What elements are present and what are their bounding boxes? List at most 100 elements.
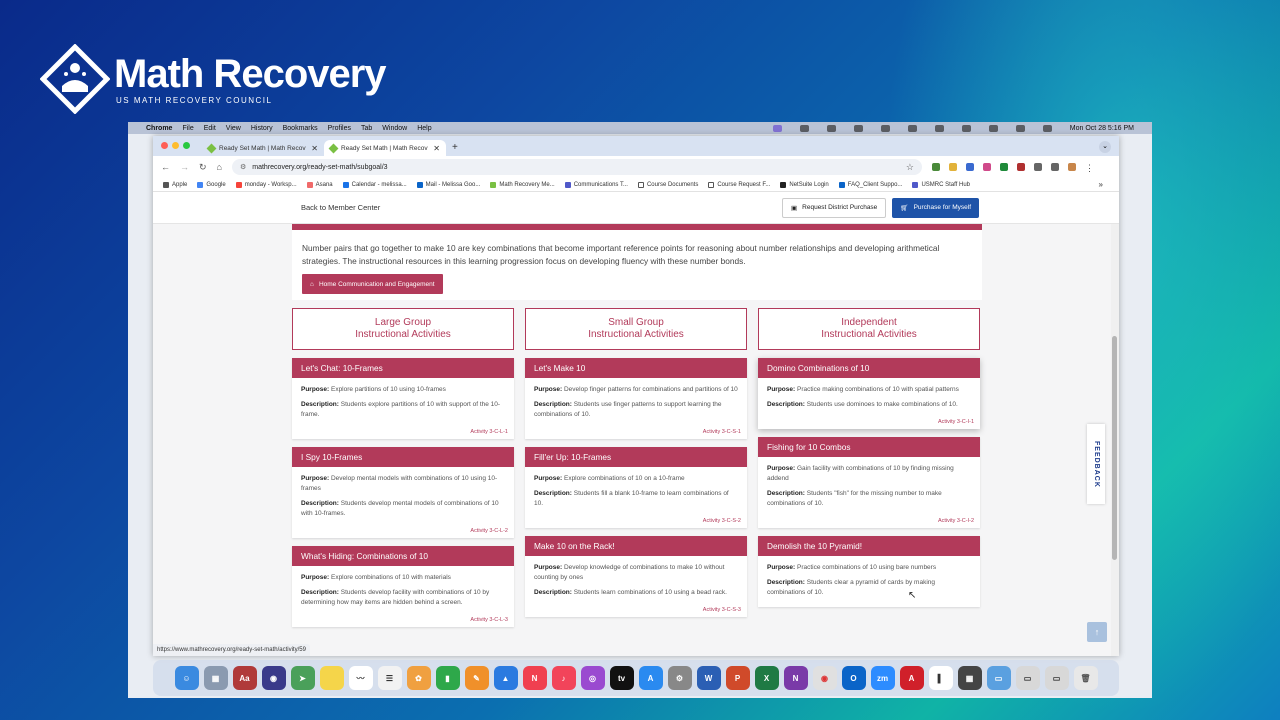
- trash-icon[interactable]: 🗑︎: [1073, 666, 1098, 690]
- tab-search-icon[interactable]: ⌄: [1099, 141, 1111, 153]
- extensions-puzzle-icon[interactable]: [1033, 163, 1042, 171]
- bookmark-item[interactable]: Course Request F...: [708, 181, 770, 188]
- activity-title[interactable]: Make 10 on the Rack!: [525, 536, 747, 556]
- activity-card[interactable]: Let's Make 10 Purpose: Develop finger pa…: [525, 358, 747, 439]
- bookmark-star-icon[interactable]: ☆: [906, 162, 914, 173]
- extension-icon[interactable]: [1016, 163, 1025, 171]
- app-icon[interactable]: ▌: [928, 666, 953, 690]
- zoom-icon[interactable]: zm: [870, 666, 895, 690]
- bookmark-item[interactable]: FAQ_Client Suppo...: [838, 181, 902, 188]
- menu-bookmarks[interactable]: Bookmarks: [283, 125, 318, 132]
- reminders-icon[interactable]: ☰: [377, 666, 402, 690]
- more-bookmarks-icon[interactable]: »: [1099, 180, 1103, 189]
- apple-tv-icon[interactable]: tv: [609, 666, 634, 690]
- numbers-icon[interactable]: ▮: [435, 666, 460, 690]
- status-icon[interactable]: [907, 124, 917, 132]
- keynote-icon[interactable]: ▲: [493, 666, 518, 690]
- maximize-window-button[interactable]: [183, 142, 190, 149]
- activity-card[interactable]: Demolish the 10 Pyramid! Purpose: Practi…: [758, 536, 980, 607]
- bookmark-item[interactable]: Calendar - melissa...: [342, 181, 407, 188]
- menu-edit[interactable]: Edit: [204, 125, 216, 132]
- page-scrollbar[interactable]: [1111, 224, 1119, 656]
- acrobat-icon[interactable]: A: [899, 666, 924, 690]
- activity-card[interactable]: Domino Combinations of 10 Purpose: Pract…: [758, 358, 980, 429]
- close-window-button[interactable]: [161, 142, 168, 149]
- bookmark-item[interactable]: Mail - Melissa Goo...: [416, 181, 480, 188]
- column-heading[interactable]: Large Group Instructional Activities: [292, 308, 514, 350]
- search-icon[interactable]: [1015, 124, 1025, 132]
- chrome-icon[interactable]: ◉: [812, 666, 837, 690]
- reload-icon[interactable]: ↻: [199, 162, 207, 173]
- freeform-icon[interactable]: 〰: [348, 666, 373, 690]
- new-tab-button[interactable]: +: [452, 142, 458, 153]
- status-icon[interactable]: [880, 124, 890, 132]
- chrome-menu-icon[interactable]: ⋮: [1085, 163, 1094, 173]
- column-heading[interactable]: Independent Instructional Activities: [758, 308, 980, 350]
- bookmark-item[interactable]: USMRC Staff Hub: [912, 181, 970, 188]
- battery-icon[interactable]: [961, 124, 971, 132]
- column-heading[interactable]: Small Group Instructional Activities: [525, 308, 747, 350]
- documents-folder-icon[interactable]: ▭: [1044, 666, 1069, 690]
- downloads-folder-icon[interactable]: ▭: [986, 666, 1011, 690]
- screenshots-folder-icon[interactable]: ▭: [1015, 666, 1040, 690]
- menu-view[interactable]: View: [226, 125, 241, 132]
- bookmark-item[interactable]: Apple: [163, 181, 187, 188]
- system-settings-icon[interactable]: ⚙: [667, 666, 692, 690]
- activity-card[interactable]: Fishing for 10 Combos Purpose: Gain faci…: [758, 437, 980, 528]
- app-store-icon[interactable]: A: [638, 666, 663, 690]
- bookmark-item[interactable]: Google: [197, 181, 226, 188]
- extension-icon[interactable]: [982, 163, 991, 171]
- wifi-icon[interactable]: [988, 124, 998, 132]
- status-icon[interactable]: [826, 124, 836, 132]
- request-district-purchase-button[interactable]: ▣ Request District Purchase: [782, 197, 887, 218]
- activity-title[interactable]: Demolish the 10 Pyramid!: [758, 536, 980, 556]
- profile-avatar[interactable]: [1067, 163, 1076, 171]
- bookmark-item[interactable]: monday - Worksp...: [235, 181, 297, 188]
- activity-card[interactable]: I Spy 10-Frames Purpose: Develop mental …: [292, 447, 514, 538]
- home-icon[interactable]: ⌂: [217, 162, 222, 172]
- podcasts-icon[interactable]: ◎: [580, 666, 605, 690]
- photos-icon[interactable]: ✿: [406, 666, 431, 690]
- onenote-icon[interactable]: N: [783, 666, 808, 690]
- pages-icon[interactable]: ✎: [464, 666, 489, 690]
- menu-help[interactable]: Help: [417, 125, 431, 132]
- bookmark-item[interactable]: Math Recovery Me...: [490, 181, 555, 188]
- news-icon[interactable]: N: [522, 666, 547, 690]
- activity-card[interactable]: Let's Chat: 10-Frames Purpose: Explore p…: [292, 358, 514, 439]
- activity-title[interactable]: Let's Make 10: [525, 358, 747, 378]
- forward-arrow-icon[interactable]: →: [180, 162, 189, 172]
- activity-title[interactable]: Fill'er Up: 10-Frames: [525, 447, 747, 467]
- purchase-for-myself-button[interactable]: 🛒︎ Purchase for Myself: [892, 197, 979, 218]
- volume-icon[interactable]: [934, 124, 944, 132]
- siri-icon[interactable]: ◉: [261, 666, 286, 690]
- launchpad-icon[interactable]: ▦: [203, 666, 228, 690]
- menubar-datetime[interactable]: Mon Oct 28 5:16 PM: [1070, 125, 1134, 132]
- address-bar[interactable]: ⚙ mathrecovery.org/ready-set-math/subgoa…: [231, 159, 922, 175]
- menu-chrome[interactable]: Chrome: [146, 125, 172, 132]
- status-icon[interactable]: [799, 124, 809, 132]
- site-info-icon[interactable]: ⚙: [240, 163, 246, 171]
- activity-title[interactable]: What's Hiding: Combinations of 10: [292, 546, 514, 566]
- word-icon[interactable]: W: [696, 666, 721, 690]
- activity-card[interactable]: Fill'er Up: 10-Frames Purpose: Explore c…: [525, 447, 747, 528]
- scroll-to-top-button[interactable]: ↑: [1087, 622, 1107, 642]
- menu-file[interactable]: File: [182, 125, 193, 132]
- notes-icon[interactable]: [319, 666, 344, 690]
- activity-title[interactable]: I Spy 10-Frames: [292, 447, 514, 467]
- bookmark-item[interactable]: Communications T...: [564, 181, 628, 188]
- activity-title[interactable]: Fishing for 10 Combos: [758, 437, 980, 457]
- status-icon[interactable]: [853, 124, 863, 132]
- dictionary-icon[interactable]: Aa: [232, 666, 257, 690]
- browser-tab-active[interactable]: Ready Set Math | Math Recov ✕: [324, 140, 446, 156]
- calculator-icon[interactable]: ▦: [957, 666, 982, 690]
- scroll-thumb[interactable]: [1112, 336, 1117, 560]
- outlook-icon[interactable]: O: [841, 666, 866, 690]
- powerpoint-icon[interactable]: P: [725, 666, 750, 690]
- sidebar-icon[interactable]: [1050, 163, 1059, 171]
- menu-window[interactable]: Window: [382, 125, 407, 132]
- menu-history[interactable]: History: [251, 125, 273, 132]
- menu-tab[interactable]: Tab: [361, 125, 372, 132]
- bookmark-item[interactable]: Course Documents: [637, 181, 698, 188]
- browser-tab[interactable]: Ready Set Math | Math Recov ✕: [202, 140, 324, 156]
- back-arrow-icon[interactable]: ←: [161, 162, 170, 172]
